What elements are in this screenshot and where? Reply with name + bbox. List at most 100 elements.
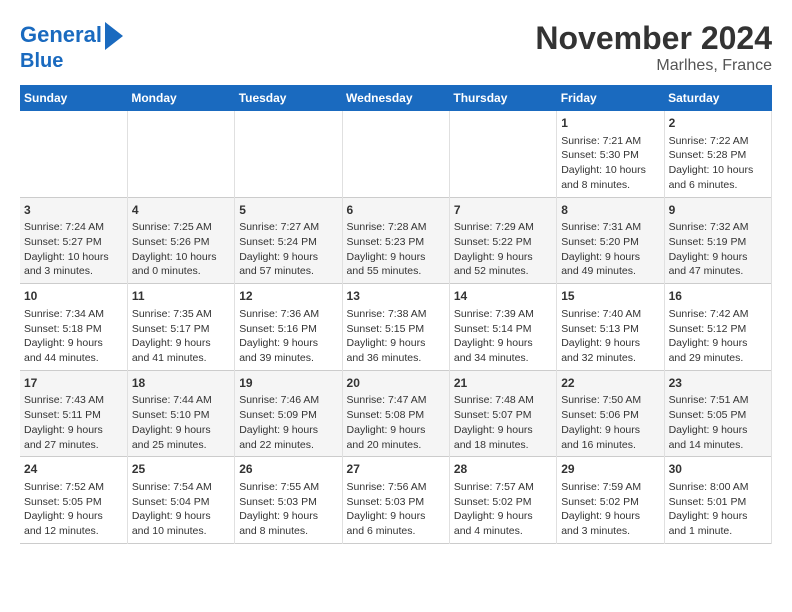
day-info: and 14 minutes. <box>669 438 767 453</box>
weekday-header: Thursday <box>449 85 556 111</box>
calendar-cell: 19Sunrise: 7:46 AMSunset: 5:09 PMDayligh… <box>235 370 342 457</box>
location: Marlhes, France <box>535 57 772 75</box>
calendar-week-row: 3Sunrise: 7:24 AMSunset: 5:27 PMDaylight… <box>20 197 772 284</box>
day-info: Sunset: 5:22 PM <box>454 235 552 250</box>
day-info: Sunrise: 7:34 AM <box>24 307 123 322</box>
calendar-cell: 30Sunrise: 8:00 AMSunset: 5:01 PMDayligh… <box>664 457 771 544</box>
calendar-cell: 13Sunrise: 7:38 AMSunset: 5:15 PMDayligh… <box>342 284 449 371</box>
day-number: 22 <box>561 375 659 392</box>
day-number: 25 <box>132 461 230 478</box>
weekday-header: Sunday <box>20 85 127 111</box>
calendar-cell: 12Sunrise: 7:36 AMSunset: 5:16 PMDayligh… <box>235 284 342 371</box>
day-info: Daylight: 9 hours <box>347 509 445 524</box>
month-title: November 2024 <box>535 20 772 57</box>
day-info: and 25 minutes. <box>132 438 230 453</box>
day-info: Daylight: 9 hours <box>454 423 552 438</box>
calendar-cell: 7Sunrise: 7:29 AMSunset: 5:22 PMDaylight… <box>449 197 556 284</box>
day-info: and 6 minutes. <box>347 524 445 539</box>
day-info: Daylight: 9 hours <box>347 336 445 351</box>
calendar-cell <box>127 111 234 197</box>
day-info: Daylight: 9 hours <box>669 423 767 438</box>
calendar-cell: 21Sunrise: 7:48 AMSunset: 5:07 PMDayligh… <box>449 370 556 457</box>
day-info: Daylight: 9 hours <box>454 250 552 265</box>
day-info: Sunrise: 7:21 AM <box>561 134 659 149</box>
weekday-header: Tuesday <box>235 85 342 111</box>
day-number: 1 <box>561 115 659 132</box>
day-number: 19 <box>239 375 337 392</box>
day-info: Sunrise: 7:46 AM <box>239 393 337 408</box>
day-info: Sunrise: 7:59 AM <box>561 480 659 495</box>
day-info: Sunrise: 7:44 AM <box>132 393 230 408</box>
day-number: 5 <box>239 202 337 219</box>
day-info: Sunset: 5:05 PM <box>669 408 767 423</box>
day-info: Sunrise: 7:38 AM <box>347 307 445 322</box>
day-info: Daylight: 9 hours <box>132 423 230 438</box>
day-number: 24 <box>24 461 123 478</box>
day-info: Sunrise: 7:52 AM <box>24 480 123 495</box>
day-info: Sunset: 5:26 PM <box>132 235 230 250</box>
day-info: and 12 minutes. <box>24 524 123 539</box>
day-info: Daylight: 9 hours <box>132 336 230 351</box>
day-info: Sunset: 5:30 PM <box>561 148 659 163</box>
day-info: and 0 minutes. <box>132 264 230 279</box>
day-info: Sunset: 5:27 PM <box>24 235 123 250</box>
page-header: General Blue November 2024 Marlhes, Fran… <box>20 20 772 75</box>
day-info: and 44 minutes. <box>24 351 123 366</box>
day-info: Sunset: 5:06 PM <box>561 408 659 423</box>
day-info: Daylight: 9 hours <box>561 423 659 438</box>
day-info: Sunrise: 7:55 AM <box>239 480 337 495</box>
day-number: 26 <box>239 461 337 478</box>
day-info: Sunset: 5:03 PM <box>347 495 445 510</box>
day-info: Sunrise: 7:29 AM <box>454 220 552 235</box>
day-info: Daylight: 9 hours <box>561 250 659 265</box>
day-info: and 55 minutes. <box>347 264 445 279</box>
calendar-cell: 3Sunrise: 7:24 AMSunset: 5:27 PMDaylight… <box>20 197 127 284</box>
day-info: and 39 minutes. <box>239 351 337 366</box>
day-info: Sunset: 5:18 PM <box>24 322 123 337</box>
day-info: and 36 minutes. <box>347 351 445 366</box>
day-info: Daylight: 9 hours <box>239 423 337 438</box>
day-info: Sunrise: 7:35 AM <box>132 307 230 322</box>
day-info: Sunrise: 7:24 AM <box>24 220 123 235</box>
day-info: Sunset: 5:03 PM <box>239 495 337 510</box>
weekday-header: Saturday <box>664 85 771 111</box>
day-number: 27 <box>347 461 445 478</box>
day-info: and 34 minutes. <box>454 351 552 366</box>
day-info: Daylight: 9 hours <box>24 423 123 438</box>
day-info: Daylight: 9 hours <box>669 250 767 265</box>
calendar-cell <box>449 111 556 197</box>
day-info: Sunrise: 7:43 AM <box>24 393 123 408</box>
day-number: 6 <box>347 202 445 219</box>
calendar-cell: 9Sunrise: 7:32 AMSunset: 5:19 PMDaylight… <box>664 197 771 284</box>
day-number: 13 <box>347 288 445 305</box>
day-info: Daylight: 9 hours <box>347 250 445 265</box>
day-info: and 3 minutes. <box>24 264 123 279</box>
day-info: Sunrise: 7:36 AM <box>239 307 337 322</box>
day-info: and 52 minutes. <box>454 264 552 279</box>
weekday-header: Wednesday <box>342 85 449 111</box>
logo: General Blue <box>20 20 123 72</box>
calendar-cell <box>235 111 342 197</box>
day-number: 7 <box>454 202 552 219</box>
day-info: Daylight: 9 hours <box>24 336 123 351</box>
day-info: Sunrise: 7:31 AM <box>561 220 659 235</box>
logo-subtext: Blue <box>20 50 123 72</box>
calendar-cell: 17Sunrise: 7:43 AMSunset: 5:11 PMDayligh… <box>20 370 127 457</box>
calendar-week-row: 17Sunrise: 7:43 AMSunset: 5:11 PMDayligh… <box>20 370 772 457</box>
calendar-cell <box>342 111 449 197</box>
day-number: 11 <box>132 288 230 305</box>
day-info: and 27 minutes. <box>24 438 123 453</box>
day-number: 9 <box>669 202 767 219</box>
day-number: 8 <box>561 202 659 219</box>
day-info: and 4 minutes. <box>454 524 552 539</box>
day-info: Sunrise: 7:57 AM <box>454 480 552 495</box>
day-info: Sunset: 5:07 PM <box>454 408 552 423</box>
day-info: Daylight: 9 hours <box>561 336 659 351</box>
weekday-header: Friday <box>557 85 664 111</box>
calendar-cell: 24Sunrise: 7:52 AMSunset: 5:05 PMDayligh… <box>20 457 127 544</box>
day-info: and 3 minutes. <box>561 524 659 539</box>
day-info: and 32 minutes. <box>561 351 659 366</box>
day-number: 20 <box>347 375 445 392</box>
day-info: Daylight: 9 hours <box>669 509 767 524</box>
day-info: Sunset: 5:02 PM <box>561 495 659 510</box>
